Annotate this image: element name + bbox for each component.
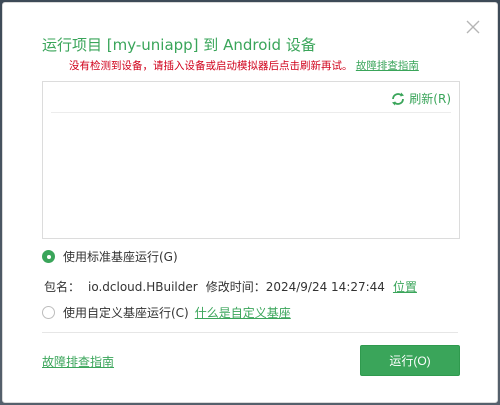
no-device-warning: 没有检测到设备，请插入设备或启动模拟器后点击刷新再试。 故障排查指南: [69, 58, 419, 73]
custom-base-option[interactable]: 使用自定义基座运行(C) 什么是自定义基座: [42, 304, 291, 321]
package-info: 包名： io.dcloud.HBuilder 修改时间：2024/9/24 14:2…: [44, 278, 417, 295]
modified-label: 修改时间：: [205, 280, 266, 294]
standard-base-radio[interactable]: [42, 250, 55, 263]
footer-troubleshoot-link[interactable]: 故障排查指南: [42, 353, 114, 370]
location-link[interactable]: 位置: [393, 280, 417, 294]
close-icon[interactable]: [465, 19, 481, 35]
package-label: 包名：: [44, 280, 81, 294]
warning-message: 没有检测到设备，请插入设备或启动模拟器后点击刷新再试。: [69, 60, 353, 72]
custom-base-label: 使用自定义基座运行(C): [63, 306, 189, 320]
standard-base-option[interactable]: 使用标准基座运行(G): [42, 248, 178, 265]
panel-divider: [51, 112, 451, 113]
refresh-icon: [390, 91, 406, 107]
custom-base-radio[interactable]: [42, 306, 55, 319]
run-to-android-dialog: 运行项目 [my-uniapp] 到 Android 设备 没有检测到设备，请插…: [2, 2, 498, 403]
custom-base-help-link[interactable]: 什么是自定义基座: [195, 304, 291, 321]
package-name: io.dcloud.HBuilder: [88, 280, 198, 294]
standard-base-label: 使用标准基座运行(G): [63, 250, 178, 264]
refresh-button[interactable]: 刷新(R): [390, 90, 451, 107]
footer-divider: [42, 332, 458, 333]
device-list-panel: 刷新(R): [42, 81, 460, 239]
dialog-title: 运行项目 [my-uniapp] 到 Android 设备: [42, 36, 316, 54]
modified-time: 2024/9/24 14:27:44: [265, 280, 385, 294]
refresh-label: 刷新(R): [409, 92, 451, 106]
run-button[interactable]: 运行(O): [360, 345, 460, 376]
troubleshoot-link[interactable]: 故障排查指南: [356, 60, 419, 72]
